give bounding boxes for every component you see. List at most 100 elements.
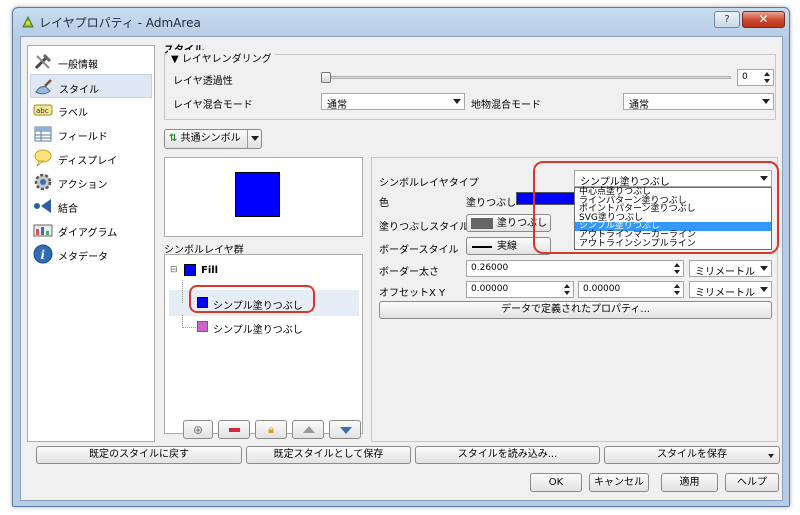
- title-bar[interactable]: レイヤプロパティ - AdmArea ? ✕: [13, 8, 789, 36]
- tree-item-fill[interactable]: ⊟ Fill: [170, 263, 360, 279]
- spin-arrows-icon[interactable]: [672, 283, 682, 296]
- nav-item-general[interactable]: 一般情報: [30, 50, 152, 74]
- help-title-button[interactable]: ?: [714, 11, 740, 28]
- fill-style-label: 塗りつぶしスタイル: [379, 222, 470, 233]
- border-width-label: ボーダー太さ: [379, 267, 439, 278]
- layer-rendering-label: レイヤレンダリング: [181, 54, 272, 65]
- remove-layer-button[interactable]: [218, 420, 250, 439]
- help-button[interactable]: ヘルプ: [725, 473, 779, 492]
- nav-item-actions[interactable]: アクション: [30, 170, 152, 194]
- save-style-button[interactable]: スタイルを保存: [604, 446, 780, 464]
- chevron-down-icon: [762, 99, 770, 104]
- add-layer-button[interactable]: ⊕: [183, 420, 213, 439]
- feature-blend-combo[interactable]: 通常: [623, 93, 774, 111]
- svg-text:abc: abc: [36, 107, 49, 115]
- spin-arrows-icon[interactable]: [672, 262, 682, 275]
- minus-icon: [229, 428, 240, 432]
- color-label: 色: [379, 198, 389, 209]
- nav-label-diagram: ダイアグラム: [58, 228, 118, 239]
- border-style-value: 実線: [497, 241, 517, 252]
- save-default-style-button[interactable]: 既定スタイルとして保存: [246, 446, 411, 464]
- data-defined-properties-button[interactable]: データで定義されたプロパティ...: [379, 301, 772, 319]
- window-title: レイヤプロパティ - AdmArea: [39, 16, 201, 30]
- diagram-icon: [33, 224, 53, 237]
- outline-swatch-icon: [197, 321, 208, 332]
- border-style-label: ボーダースタイル: [379, 245, 459, 256]
- chevron-down-icon: [453, 99, 461, 104]
- nav-label-label: ラベル: [58, 108, 88, 119]
- svg-text:i: i: [41, 248, 46, 262]
- move-up-button[interactable]: [292, 420, 324, 439]
- offset-y-value: 0.00000: [583, 284, 621, 294]
- tree-collapse-icon[interactable]: ⊟: [170, 265, 178, 275]
- nav-label-fields: フィールド: [58, 132, 108, 143]
- tree-fill-label: Fill: [201, 265, 219, 276]
- nav-label-metadata: メタデータ: [58, 252, 108, 263]
- nav-item-label[interactable]: abc ラベル: [30, 98, 152, 122]
- renderer-dropdown[interactable]: [247, 130, 261, 148]
- layer-type-label: シンボルレイヤタイプ: [379, 178, 479, 189]
- chevron-down-icon: [760, 266, 768, 271]
- nav-item-style[interactable]: スタイル: [30, 74, 152, 98]
- lock-layer-button[interactable]: 🔒︎: [255, 420, 287, 439]
- offset-x-spinbox[interactable]: 0.00000: [466, 281, 574, 298]
- fill-pattern-swatch: [471, 218, 493, 229]
- tree-line: [182, 280, 183, 303]
- chevron-down-icon: [768, 454, 774, 458]
- qgis-app-icon: [22, 15, 34, 28]
- tools-icon: [34, 53, 52, 70]
- transparency-spinbox[interactable]: 0: [737, 69, 774, 86]
- gear-icon: [34, 173, 52, 191]
- nav-label-general: 一般情報: [58, 60, 98, 71]
- transparency-slider-track[interactable]: [323, 76, 731, 79]
- offset-unit-value: ミリメートル: [695, 288, 755, 299]
- transparency-slider-handle[interactable]: [321, 72, 331, 83]
- nav-label-join: 結合: [58, 204, 78, 215]
- border-width-spinbox[interactable]: 0.26000: [466, 260, 684, 277]
- join-icon: [34, 199, 51, 213]
- symbol-layer-tree: ⊟ Fill シンプル塗りつぶし シンプル塗りつぶし: [164, 254, 363, 434]
- callout-highlight-tree: [189, 285, 315, 313]
- border-width-value: 0.26000: [471, 263, 509, 273]
- spin-arrows-icon[interactable]: [562, 283, 572, 296]
- transparency-label: レイヤ透過性: [173, 76, 233, 87]
- cancel-button[interactable]: キャンセル: [589, 473, 649, 492]
- nav-label-style: スタイル: [59, 85, 99, 96]
- symbol-preview-swatch: [235, 172, 280, 217]
- layer-blend-combo[interactable]: 通常: [321, 93, 465, 111]
- lock-icon: 🔒︎: [268, 423, 274, 436]
- spin-arrows-icon[interactable]: [762, 71, 772, 84]
- nav-label-actions: アクション: [58, 180, 108, 191]
- move-down-button[interactable]: [329, 420, 361, 439]
- tree-item-simple-fill-2[interactable]: シンプル塗りつぶし: [169, 315, 359, 339]
- ok-button[interactable]: OK: [530, 473, 582, 492]
- close-title-button[interactable]: ✕: [742, 11, 785, 28]
- nav-item-display[interactable]: ディスプレイ: [30, 146, 152, 170]
- load-style-button[interactable]: スタイルを読み込み...: [415, 446, 600, 464]
- nav-item-fields[interactable]: フィールド: [30, 122, 152, 146]
- nav-item-diagram[interactable]: ダイアグラム: [30, 218, 152, 242]
- plus-icon: ⊕: [192, 423, 204, 437]
- info-icon: i: [33, 244, 53, 264]
- label-icon: abc: [33, 104, 53, 116]
- collapse-arrow-icon: ▼: [171, 54, 182, 65]
- offset-y-spinbox[interactable]: 0.00000: [578, 281, 684, 298]
- offset-x-value: 0.00000: [471, 284, 509, 294]
- nav-item-metadata[interactable]: i メタデータ: [30, 242, 152, 266]
- fill-label: 塗りつぶし: [466, 198, 517, 209]
- offset-unit-combo[interactable]: ミリメートル: [689, 281, 772, 299]
- border-unit-value: ミリメートル: [695, 267, 755, 278]
- renderer-type-button[interactable]: ⇅ 共通シンボル: [164, 129, 262, 149]
- layer-blend-value: 通常: [327, 100, 347, 111]
- speech-bubble-icon: [34, 149, 52, 167]
- table-icon: [34, 126, 52, 142]
- dialog-client-area: 一般情報 スタイル abc ラベル フィールド ディスプレイ アクション 結合 …: [20, 36, 783, 501]
- renderer-icon: ⇅: [169, 133, 178, 144]
- nav-item-join[interactable]: 結合: [30, 194, 152, 218]
- layer-rendering-toggle[interactable]: ▼ レイヤレンダリング: [168, 50, 275, 65]
- tree-child2-label: シンプル塗りつぶし: [213, 325, 303, 336]
- border-unit-combo[interactable]: ミリメートル: [689, 260, 772, 278]
- restore-default-style-button[interactable]: 既定のスタイルに戻す: [36, 446, 242, 464]
- offset-label: オフセットX Y: [379, 288, 446, 299]
- apply-button[interactable]: 適用: [661, 473, 718, 492]
